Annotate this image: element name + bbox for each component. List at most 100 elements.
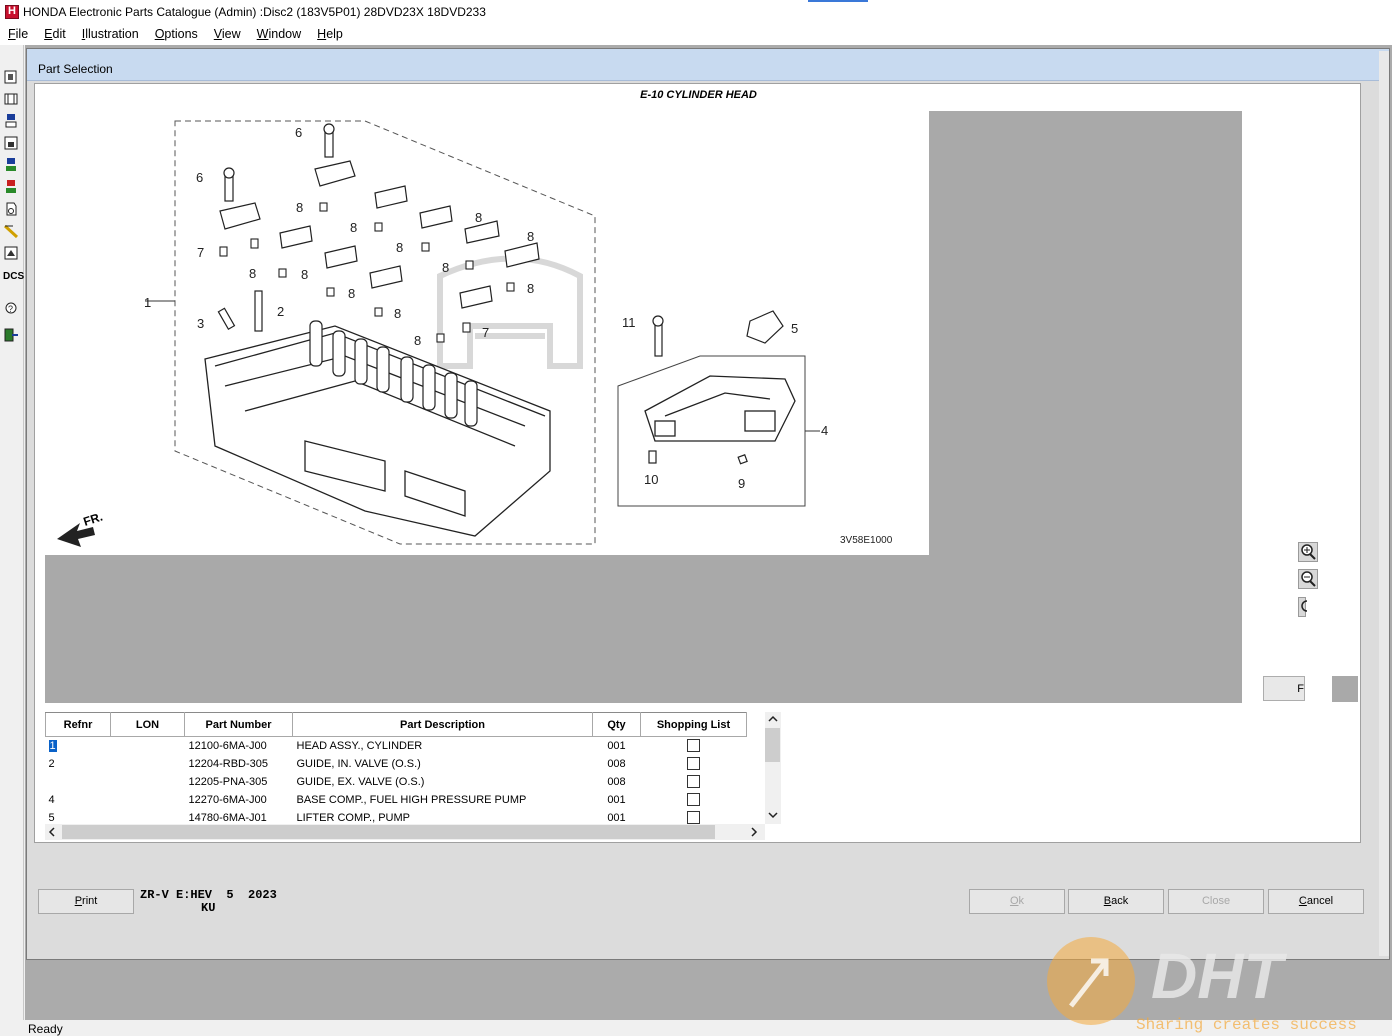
callout-8f: 8 bbox=[348, 286, 355, 301]
refnr-cell: 4 bbox=[48, 793, 55, 806]
child-title-bar: Part Selection bbox=[27, 49, 1389, 81]
part-number-cell: 12270-6MA-J00 bbox=[188, 793, 267, 806]
shopping-list-checkbox[interactable] bbox=[687, 757, 700, 770]
part-number-cell: 12204-RBD-305 bbox=[188, 757, 269, 770]
model-icon[interactable] bbox=[3, 157, 19, 173]
description-cell: GUIDE, EX. VALVE (O.S.) bbox=[296, 775, 425, 788]
child-title: Part Selection bbox=[38, 62, 113, 76]
callout-8l: 8 bbox=[527, 229, 534, 244]
part-number-cell: 12100-6MA-J00 bbox=[188, 739, 267, 752]
menu-view[interactable]: View bbox=[206, 27, 249, 41]
qty-cell: 001 bbox=[607, 739, 626, 752]
print-preview-icon[interactable] bbox=[3, 245, 19, 261]
table-row[interactable]: 1 12100-6MA-J00 HEAD ASSY., CYLINDER 001 bbox=[46, 737, 747, 755]
window-scrollbar[interactable] bbox=[1379, 51, 1389, 956]
search-part-icon[interactable] bbox=[3, 113, 19, 129]
menu-window[interactable]: Window bbox=[249, 27, 309, 41]
menu-illustration[interactable]: Illustration bbox=[74, 27, 147, 41]
callout-4: 4 bbox=[821, 423, 828, 438]
col-part-description[interactable]: Part Description bbox=[292, 712, 593, 737]
table-vertical-scrollbar[interactable] bbox=[765, 712, 781, 824]
qty-cell: 008 bbox=[607, 757, 626, 770]
zoom-reset-icon bbox=[1301, 600, 1313, 612]
description-cell: GUIDE, IN. VALVE (O.S.) bbox=[296, 757, 421, 770]
frame-icon[interactable] bbox=[3, 135, 19, 151]
shopping-list-checkbox[interactable] bbox=[687, 793, 700, 806]
left-toolbar: DCS ? bbox=[0, 45, 24, 1020]
dht-watermark: DHT Sharing creates success bbox=[1046, 936, 1392, 1036]
parts-icon[interactable] bbox=[3, 179, 19, 195]
menu-edit[interactable]: Edit bbox=[36, 27, 74, 41]
part-number-cell: 12205-PNA-305 bbox=[188, 775, 268, 788]
lon-cell bbox=[111, 773, 185, 791]
parts-table: Refnr LON Part Number Part Description Q… bbox=[45, 712, 765, 842]
callout-7a: 7 bbox=[197, 245, 204, 260]
table-row[interactable]: 4 12270-6MA-J00 BASE COMP., FUEL HIGH PR… bbox=[46, 791, 747, 809]
fr-label: FR. bbox=[82, 510, 105, 529]
callout-8a: 8 bbox=[296, 200, 303, 215]
watermark-tagline: Sharing creates success bbox=[1136, 1016, 1357, 1034]
scroll-left-icon bbox=[48, 827, 55, 837]
shopping-list-checkbox[interactable] bbox=[687, 811, 700, 824]
close-button[interactable]: Close bbox=[1168, 889, 1264, 914]
exploded-parts-diagram[interactable]: FR. 1 2 3 4 5 6 6 7 7 8 8 8 8 8 8 8 8 8 … bbox=[45, 111, 929, 555]
callout-8g: 8 bbox=[394, 306, 401, 321]
print-button[interactable]: Print bbox=[38, 889, 134, 914]
illustration-code: 3V58E1000 bbox=[840, 535, 893, 546]
help-icon[interactable]: ? bbox=[3, 301, 19, 317]
table-horizontal-scrollbar[interactable] bbox=[45, 824, 765, 840]
callout-5: 5 bbox=[791, 321, 798, 336]
lon-cell bbox=[111, 755, 185, 773]
zoom-in-icon bbox=[1301, 544, 1316, 560]
table-row[interactable]: 12205-PNA-305 GUIDE, EX. VALVE (O.S.) 00… bbox=[46, 773, 747, 791]
menu-help[interactable]: Help bbox=[309, 27, 351, 41]
refnr-cell bbox=[46, 773, 111, 791]
menu-options[interactable]: Options bbox=[147, 27, 206, 41]
zoom-out-button[interactable] bbox=[1298, 569, 1318, 589]
cancel-button[interactable]: Cancel bbox=[1268, 889, 1364, 914]
menu-file[interactable]: File bbox=[0, 27, 36, 41]
zoom-in-button[interactable] bbox=[1298, 542, 1318, 562]
zoom-reset-button[interactable] bbox=[1298, 597, 1313, 617]
pencil-icon[interactable] bbox=[3, 223, 19, 239]
refnr-cell: 2 bbox=[48, 757, 55, 770]
callout-6b: 6 bbox=[196, 170, 203, 185]
document-icon[interactable] bbox=[3, 201, 19, 217]
table-row[interactable]: 2 12204-RBD-305 GUIDE, IN. VALVE (O.S.) … bbox=[46, 755, 747, 773]
callout-11: 11 bbox=[622, 315, 636, 330]
description-cell: BASE COMP., FUEL HIGH PRESSURE PUMP bbox=[296, 793, 527, 806]
callout-8h: 8 bbox=[442, 260, 449, 275]
table-header: Refnr LON Part Number Part Description Q… bbox=[45, 712, 747, 737]
menu-bar: File Edit Illustration Options View Wind… bbox=[0, 23, 1392, 45]
col-part-number[interactable]: Part Number bbox=[184, 712, 293, 737]
scroll-right-icon bbox=[751, 827, 758, 837]
scroll-thumb bbox=[765, 728, 780, 762]
status-text: Ready bbox=[28, 1022, 63, 1036]
qty-cell: 001 bbox=[607, 793, 626, 806]
title-bar: HONDA Electronic Parts Catalogue (Admin)… bbox=[0, 0, 1392, 23]
callout-9: 9 bbox=[738, 476, 745, 491]
col-refnr[interactable]: Refnr bbox=[45, 712, 111, 737]
vehicle-icon[interactable] bbox=[3, 91, 19, 107]
callout-6a: 6 bbox=[295, 125, 302, 140]
honda-app-icon bbox=[5, 4, 19, 19]
back-button[interactable]: Back bbox=[1068, 889, 1164, 914]
callout-3: 3 bbox=[197, 316, 204, 331]
watermark-logo-text: DHT bbox=[1151, 940, 1287, 1012]
right-panel-gray bbox=[1332, 676, 1358, 702]
exit-icon[interactable] bbox=[3, 327, 19, 343]
description-cell: HEAD ASSY., CYLINDER bbox=[296, 739, 423, 752]
catalog-icon[interactable] bbox=[3, 69, 19, 85]
dcs-icon[interactable]: DCS bbox=[3, 271, 24, 287]
right-panel-button[interactable]: F bbox=[1263, 676, 1305, 701]
col-qty[interactable]: Qty bbox=[592, 712, 641, 737]
window-title: HONDA Electronic Parts Catalogue (Admin)… bbox=[23, 4, 486, 19]
shopping-list-checkbox[interactable] bbox=[687, 739, 700, 753]
qty-cell: 008 bbox=[607, 775, 626, 788]
col-lon[interactable]: LON bbox=[110, 712, 185, 737]
callout-10: 10 bbox=[644, 472, 658, 487]
col-shopping-list[interactable]: Shopping List bbox=[640, 712, 747, 737]
ok-button[interactable]: Ok bbox=[969, 889, 1065, 914]
shopping-list-checkbox[interactable] bbox=[687, 775, 700, 788]
lon-cell bbox=[111, 737, 185, 755]
